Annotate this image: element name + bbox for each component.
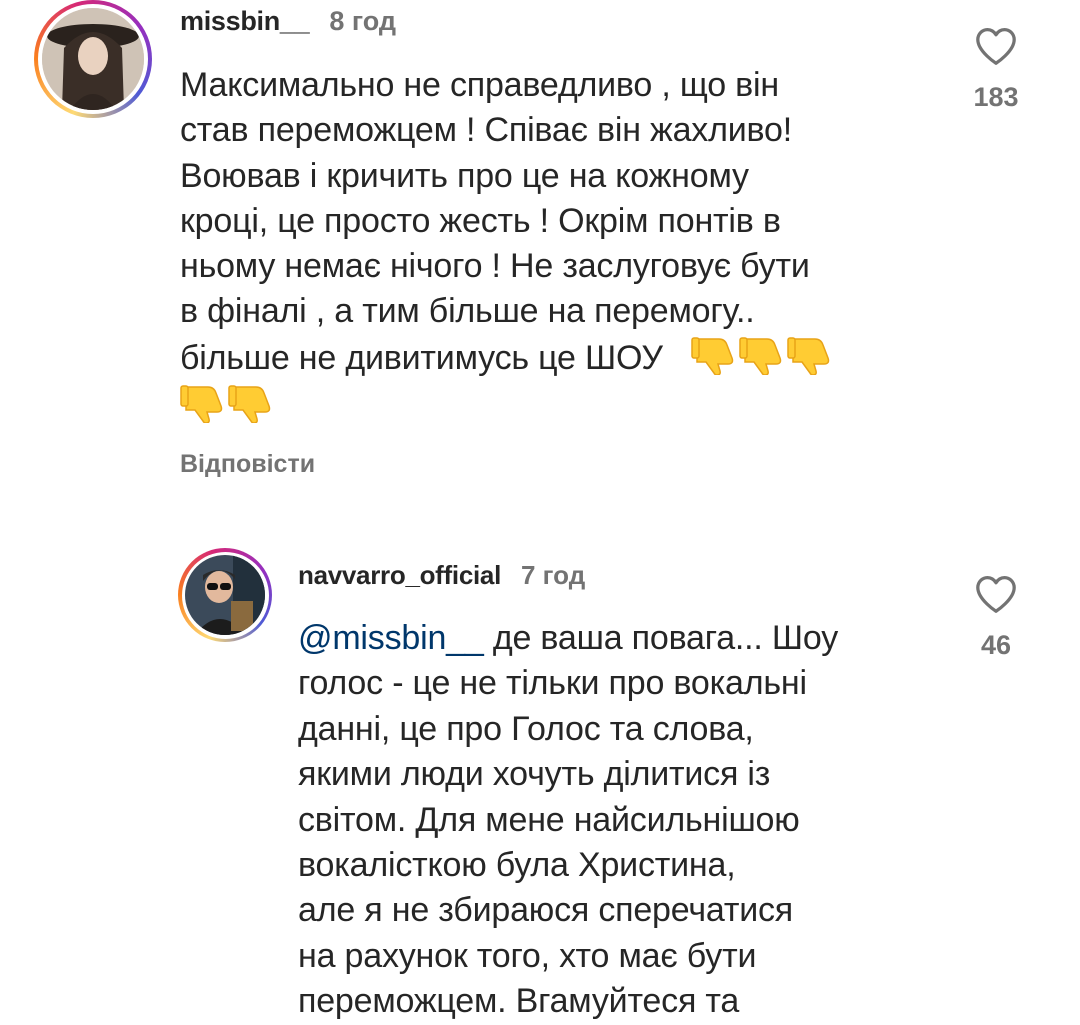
comment-header: missbin__ 8 год	[180, 6, 396, 37]
comment-line: більше не дивитимусь це ШОУ	[180, 338, 663, 377]
comment-line: Воював і кричить про це на кожному	[180, 156, 749, 195]
avatar	[42, 8, 144, 110]
comment-emoji-line	[180, 383, 940, 429]
user-photo-icon	[185, 555, 265, 635]
comment-line: данні, це про Голос та слова,	[298, 709, 754, 748]
comment-line: @missbin__ де ваша повага... Шоу	[298, 616, 938, 661]
comment-header: navvarro_official 7 год	[298, 560, 585, 591]
avatar	[185, 555, 265, 635]
thumbs-down-emoji-icon	[228, 385, 271, 424]
comment-line: але я не збираюся сперечатися	[298, 891, 794, 930]
mention-link[interactable]: @missbin__	[298, 619, 484, 657]
comment-line: кроці, це просто жесть ! Окрім понтів в	[180, 201, 781, 240]
comment-line-text: де ваша повага... Шоу	[483, 619, 839, 657]
like-control: 46	[966, 574, 1026, 661]
comment-line: став переможцем ! Співає він жахливо!	[180, 111, 792, 150]
timestamp: 8 год	[329, 6, 397, 36]
heart-icon[interactable]	[974, 574, 1018, 614]
like-count: 46	[980, 630, 1012, 660]
thumbs-down-emoji-icon	[787, 337, 830, 375]
comment-missbin: missbin__ 8 год Максимально не справедли…	[0, 0, 1080, 500]
reply-button[interactable]: Відповісти	[180, 450, 315, 479]
heart-icon[interactable]	[974, 26, 1018, 66]
avatar-story-ring[interactable]	[34, 0, 152, 118]
comment-line: переможцем. Вгамуйтеся та	[298, 982, 740, 1021]
username-link[interactable]: missbin__	[180, 6, 310, 37]
thumbs-down-emoji-icon	[691, 337, 734, 375]
comment-line: ньому немає нічого ! Не заслуговує бути	[180, 247, 810, 286]
comment-line: голос - це не тільки про вокальні	[298, 664, 807, 703]
user-photo-icon	[42, 8, 144, 110]
comment-line: світом. Для мене найсильнішою	[298, 800, 800, 839]
comment-line: вокалісткою була Христина,	[298, 846, 736, 885]
timestamp: 7 год	[521, 560, 586, 590]
comment-line: якими люди хочуть ділитися із	[298, 755, 771, 794]
thumbs-down-emoji-icon	[180, 385, 223, 424]
comment-navvarro-reply: navvarro_official 7 год @missbin__ де ва…	[0, 540, 1080, 1020]
comment-text: @missbin__ де ваша повага... Шоу голос -…	[298, 616, 938, 1025]
like-control: 183	[966, 26, 1026, 113]
comment-line-with-emoji: більше не дивитимусь це ШОУ	[180, 335, 940, 381]
comment-line: Максимально не справедливо , що він	[180, 66, 779, 104]
comment-line: в фіналі , а тим більше на перемогу..	[180, 292, 755, 331]
comment-text: Максимально не справедливо , що він став…	[180, 63, 940, 429]
like-count: 183	[973, 82, 1019, 112]
thumbs-down-emoji-icon	[739, 337, 782, 375]
avatar-story-ring[interactable]	[178, 548, 272, 642]
comment-line: на рахунок того, хто має бути	[298, 936, 757, 975]
username-link[interactable]: navvarro_official	[298, 560, 501, 591]
